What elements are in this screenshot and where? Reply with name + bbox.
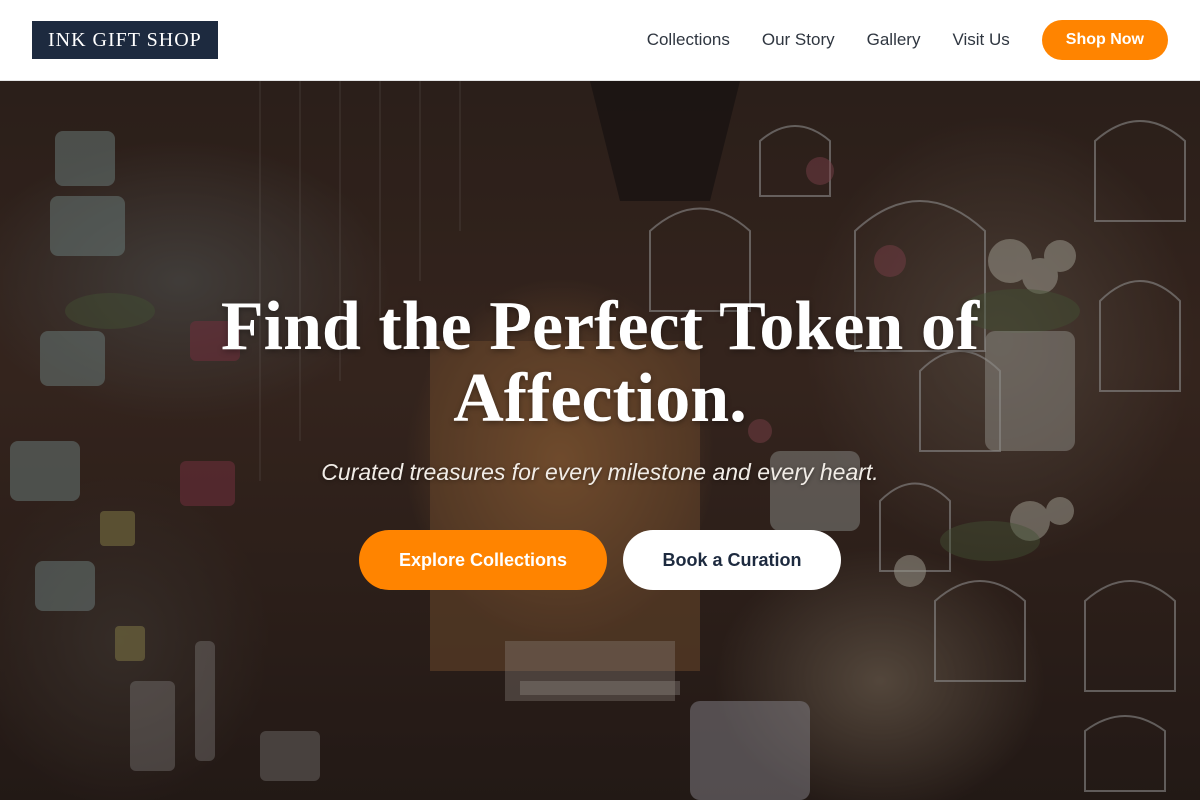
hero-actions: Explore Collections Book a Curation [359, 530, 841, 590]
book-curation-button[interactable]: Book a Curation [623, 530, 841, 590]
nav-link-our-story[interactable]: Our Story [762, 30, 835, 50]
main-nav: Collections Our Story Gallery Visit Us S… [647, 20, 1168, 60]
hero-subtitle: Curated treasures for every milestone an… [321, 459, 879, 485]
nav-link-gallery[interactable]: Gallery [867, 30, 921, 50]
hero-content: Find the Perfect Token of Affection. Cur… [0, 81, 1200, 800]
logo[interactable]: INK GIFT SHOP [32, 21, 218, 59]
shop-now-button[interactable]: Shop Now [1041, 20, 1168, 60]
explore-collections-button[interactable]: Explore Collections [359, 530, 607, 590]
nav-link-visit-us[interactable]: Visit Us [952, 30, 1009, 50]
site-header: INK GIFT SHOP Collections Our Story Gall… [0, 0, 1200, 81]
hero-title: Find the Perfect Token of Affection. [220, 288, 980, 437]
hero-section: Find the Perfect Token of Affection. Cur… [0, 81, 1200, 800]
nav-link-collections[interactable]: Collections [647, 30, 730, 50]
